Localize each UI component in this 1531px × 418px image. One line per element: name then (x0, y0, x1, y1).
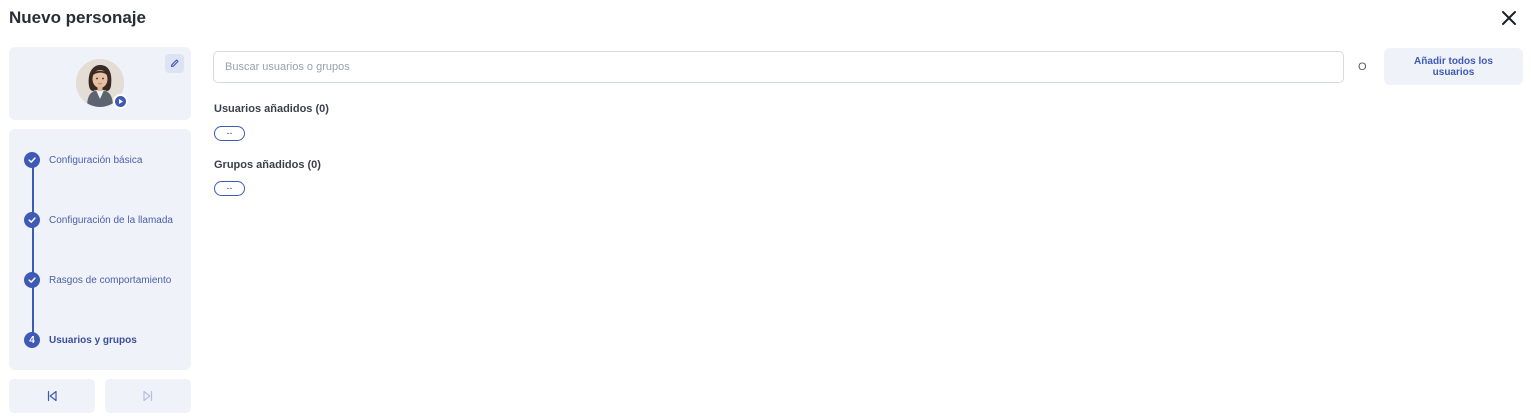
steps-progress-line (32, 160, 34, 340)
skip-next-icon (143, 390, 153, 402)
step-usuarios-grupos[interactable]: 4 Usuarios y grupos (24, 331, 137, 349)
steps-panel: Configuración básica Configuración de la… (9, 129, 191, 370)
step-configuracion-llamada[interactable]: Configuración de la llamada (24, 211, 173, 229)
step-configuracion-basica[interactable]: Configuración básica (24, 151, 142, 169)
step-label: Configuración básica (49, 154, 143, 166)
play-voice-button[interactable] (113, 94, 128, 109)
close-button[interactable] (1499, 8, 1519, 28)
edit-avatar-button[interactable] (165, 54, 184, 73)
avatar-panel (9, 47, 191, 120)
added-users-label: Usuarios añadidos (0) (214, 103, 329, 115)
step-label: Rasgos de comportamiento (49, 274, 172, 286)
added-users-chip: -- (214, 126, 245, 141)
step-number: 4 (24, 332, 40, 348)
pencil-icon (170, 59, 179, 68)
close-icon (1502, 11, 1516, 25)
add-all-users-button[interactable]: Añadir todos los usuarios (1384, 48, 1523, 85)
step-label: Configuración de la llamada (49, 214, 173, 226)
or-separator: O (1358, 61, 1367, 73)
check-icon (28, 277, 36, 283)
step-label: Usuarios y grupos (49, 334, 137, 346)
page-title: Nuevo personaje (9, 8, 146, 27)
step-rasgos-comportamiento[interactable]: Rasgos de comportamiento (24, 271, 171, 289)
next-step-button[interactable] (105, 379, 191, 413)
skip-previous-icon (47, 390, 57, 402)
step-done-indicator (24, 272, 40, 288)
added-groups-chip: -- (214, 181, 245, 196)
play-icon (119, 99, 123, 104)
step-done-indicator (24, 152, 40, 168)
check-icon (28, 217, 36, 223)
previous-step-button[interactable] (9, 379, 95, 413)
check-icon (28, 157, 36, 163)
added-groups-label: Grupos añadidos (0) (214, 159, 321, 171)
search-input[interactable] (213, 51, 1344, 83)
step-done-indicator (24, 212, 40, 228)
